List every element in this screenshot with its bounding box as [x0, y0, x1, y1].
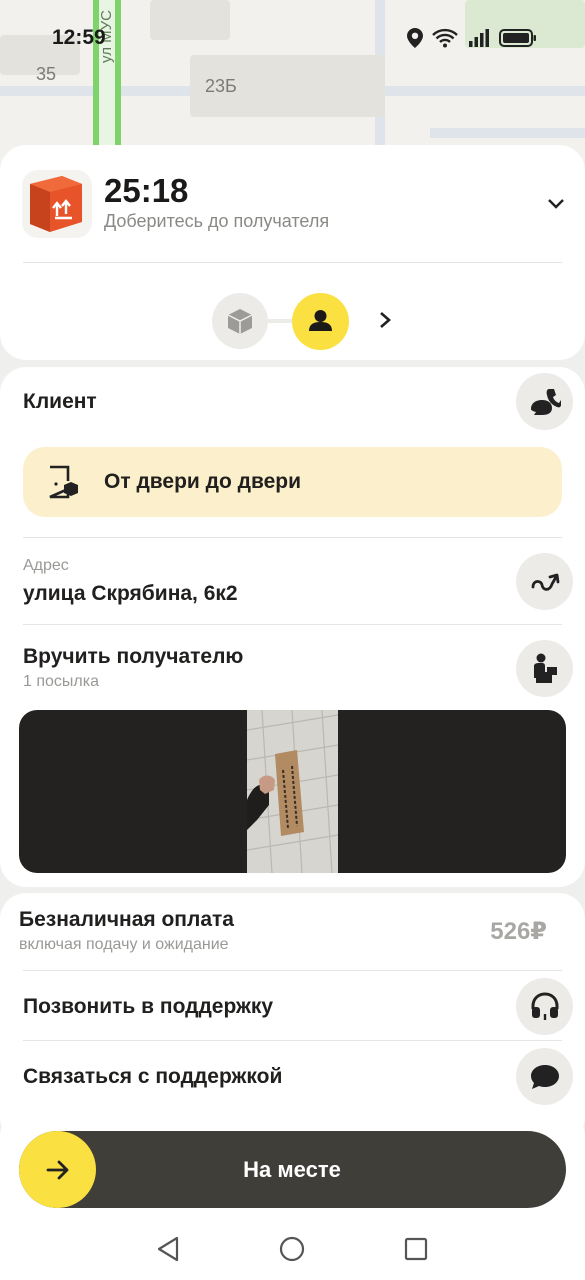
- home-icon[interactable]: [279, 1236, 305, 1262]
- status-time: 12:59: [52, 26, 106, 49]
- wifi-icon: [432, 28, 458, 48]
- payment-title: Безналичная оплата: [19, 908, 234, 931]
- client-label: Клиент: [23, 390, 97, 413]
- chevron-right-icon[interactable]: [375, 309, 395, 331]
- divider: [23, 624, 562, 625]
- phone-chat-icon: [530, 388, 561, 415]
- divider: [23, 262, 562, 263]
- timer-subtitle: Доберитесь до получателя: [104, 211, 330, 231]
- step-pickup[interactable]: [212, 293, 268, 349]
- battery-icon: [499, 29, 536, 47]
- chat-support-button[interactable]: [516, 1048, 573, 1105]
- recent-apps-icon[interactable]: [404, 1237, 428, 1261]
- door-to-door-label: От двери до двери: [104, 470, 302, 493]
- handover-subtitle: 1 посылка: [23, 673, 99, 690]
- door-package-icon: [49, 465, 78, 499]
- headset-icon: [531, 991, 558, 1020]
- chevron-down-icon[interactable]: [545, 192, 567, 214]
- status-icons: [407, 28, 537, 48]
- back-icon[interactable]: [156, 1236, 180, 1262]
- chat-support-label[interactable]: Связаться с поддержкой: [23, 1065, 282, 1089]
- divider: [23, 537, 562, 538]
- route-icon: [531, 573, 559, 591]
- parcel-photo[interactable]: [19, 710, 566, 873]
- location-icon: [407, 28, 423, 48]
- handover-button[interactable]: [516, 640, 573, 697]
- system-nav-bar: [0, 1220, 585, 1280]
- call-support-button[interactable]: [516, 978, 573, 1035]
- call-client-button[interactable]: [516, 373, 573, 430]
- divider: [23, 1040, 562, 1041]
- person-parcel-icon: [533, 653, 557, 683]
- arrived-label: На месте: [243, 1157, 341, 1182]
- address-caption: Адрес: [23, 557, 69, 574]
- parcel-box-icon: [22, 170, 92, 238]
- chat-bubble-icon: [530, 1064, 559, 1089]
- step-recipient[interactable]: [292, 293, 349, 350]
- package-icon: [227, 309, 253, 334]
- slider-knob[interactable]: [19, 1131, 96, 1208]
- map-house-number: 23Б: [205, 76, 237, 96]
- route-button[interactable]: [516, 553, 573, 610]
- timer: 25:18: [104, 172, 189, 209]
- payment-subtitle: включая подачу и ожидание: [19, 936, 229, 953]
- divider: [23, 970, 562, 971]
- map-house-number: 35: [36, 64, 57, 84]
- person-icon: [309, 310, 332, 331]
- signal-icon: [469, 29, 489, 47]
- parcel-photo-image: [247, 710, 338, 873]
- call-support-label[interactable]: Позвонить в поддержку: [23, 995, 273, 1019]
- address-value[interactable]: улица Скрябина, 6к2: [23, 582, 238, 606]
- handover-title: Вручить получателю: [23, 645, 244, 668]
- map-road: [430, 128, 585, 138]
- payment-amount: 526₽: [490, 918, 547, 945]
- arrow-right-icon: [46, 1160, 68, 1179]
- status-bar: 12:59: [0, 22, 585, 58]
